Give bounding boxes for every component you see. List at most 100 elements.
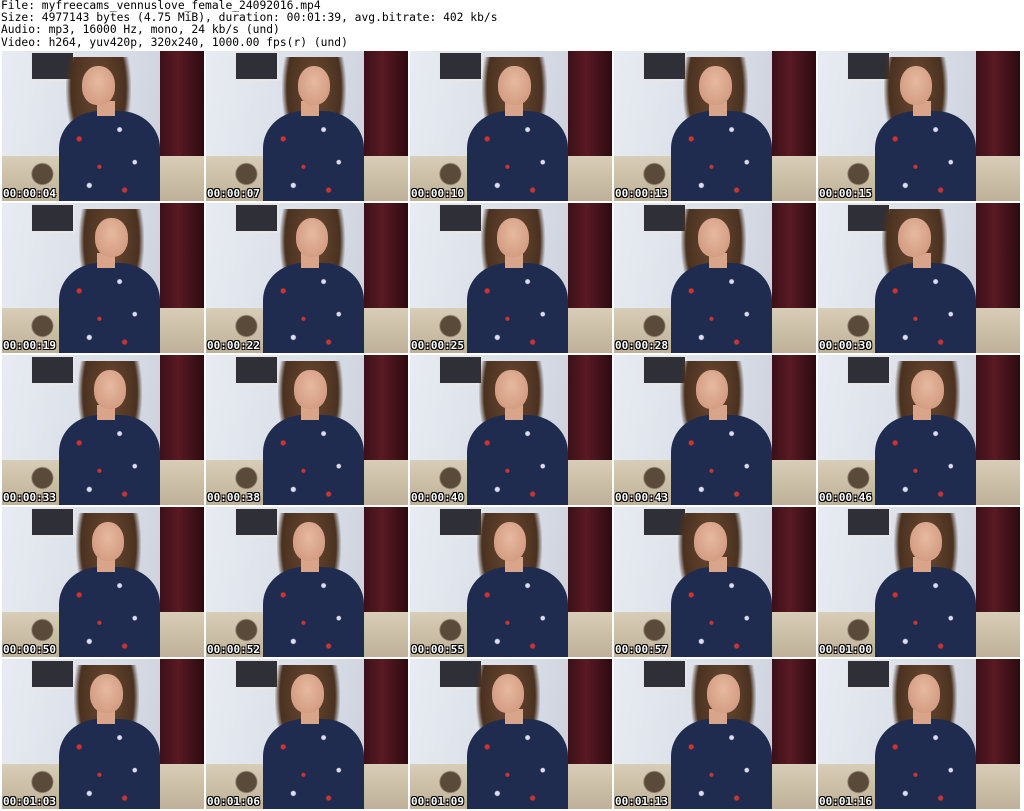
wall-picture-frame <box>846 507 891 537</box>
wall-picture-frame <box>846 355 891 385</box>
video-thumbnail: 00:00:52 <box>206 507 408 657</box>
curtain <box>771 507 816 615</box>
person-face <box>908 674 941 713</box>
video-thumbnail: 00:00:40 <box>410 355 612 505</box>
curtain <box>159 203 204 311</box>
thumbnail-timestamp: 00:01:09 <box>411 795 464 808</box>
thumbnail-grid: 00:00:04 00:00:07 00:00:10 00:00:13 00:00:15… <box>2 51 1022 809</box>
person-blouse <box>58 719 160 809</box>
wall-picture-frame <box>30 659 75 689</box>
person-face <box>498 66 531 105</box>
person-blouse <box>670 111 772 201</box>
curtain <box>363 659 408 767</box>
wall-picture-frame <box>846 659 891 689</box>
curtain <box>567 507 612 615</box>
person-blouse <box>262 567 364 657</box>
wall-picture-frame <box>30 355 75 385</box>
thumbnail-timestamp: 00:00:25 <box>411 339 464 352</box>
person-blouse <box>874 111 976 201</box>
curtain <box>771 51 816 159</box>
wall-picture-frame <box>234 355 279 385</box>
person-blouse <box>58 567 160 657</box>
thumbnail-timestamp: 00:00:28 <box>615 339 668 352</box>
person-face <box>296 218 329 257</box>
person-blouse <box>262 719 364 809</box>
thumbnail-timestamp: 00:00:15 <box>819 187 872 200</box>
person-blouse <box>262 111 364 201</box>
curtain <box>363 507 408 615</box>
video-thumbnail: 00:00:46 <box>818 355 1020 505</box>
curtain <box>363 51 408 159</box>
person-blouse <box>874 719 976 809</box>
person-face <box>90 674 123 713</box>
thumbnail-timestamp: 00:00:10 <box>411 187 464 200</box>
person-face <box>292 522 326 561</box>
video-info-header: File: myfreecams_vennuslove_female_24092… <box>1 0 1021 50</box>
curtain <box>567 659 612 767</box>
person-blouse <box>58 415 160 505</box>
video-thumbnail: 00:00:10 <box>410 51 612 201</box>
thumbnail-timestamp: 00:01:16 <box>819 795 872 808</box>
video-thumbnail: 00:00:55 <box>410 507 612 657</box>
video-thumbnail: 00:00:33 <box>2 355 204 505</box>
person-blouse <box>262 415 364 505</box>
wall-picture-frame <box>234 659 279 689</box>
curtain <box>159 507 204 615</box>
thumbnail-timestamp: 00:00:57 <box>615 643 668 656</box>
thumbnail-timestamp: 00:00:55 <box>411 643 464 656</box>
curtain <box>975 51 1020 159</box>
thumbnail-timestamp: 00:00:07 <box>207 187 260 200</box>
person-blouse <box>58 263 160 353</box>
person-blouse <box>466 415 568 505</box>
person-blouse <box>466 111 568 201</box>
wall-picture-frame <box>30 507 75 537</box>
person-face <box>297 66 331 105</box>
video-thumbnail: 00:00:25 <box>410 203 612 353</box>
video-thumbnail: 00:01:16 <box>818 659 1020 809</box>
curtain <box>159 355 204 463</box>
curtain <box>159 51 204 159</box>
person-face <box>492 674 525 713</box>
wall-picture-frame <box>642 659 687 689</box>
curtain <box>363 203 408 311</box>
person-face <box>707 674 740 713</box>
video-thumbnail: 00:00:57 <box>614 507 816 657</box>
person-blouse <box>262 263 364 353</box>
wall-picture-frame <box>438 203 483 233</box>
wall-picture-frame <box>234 51 279 81</box>
video-thumbnail: 00:00:50 <box>2 507 204 657</box>
thumbnail-timestamp: 00:00:50 <box>3 643 56 656</box>
person-face <box>909 522 943 561</box>
wall-picture-frame <box>234 507 279 537</box>
video-thumbnail: 00:01:03 <box>2 659 204 809</box>
video-thumbnail: 00:00:13 <box>614 51 816 201</box>
thumbnail-timestamp: 00:00:19 <box>3 339 56 352</box>
video-thumbnail: 00:00:07 <box>206 51 408 201</box>
person-face <box>291 674 324 713</box>
person-face <box>493 522 526 561</box>
wall-picture-frame <box>642 51 687 81</box>
wall-picture-frame <box>438 355 483 385</box>
person-face <box>495 370 528 409</box>
person-blouse <box>670 415 772 505</box>
person-face <box>82 66 115 105</box>
thumbnail-timestamp: 00:00:30 <box>819 339 872 352</box>
person-face <box>294 370 327 409</box>
thumbnail-timestamp: 00:01:13 <box>615 795 668 808</box>
curtain <box>567 203 612 311</box>
person-face <box>900 66 933 105</box>
video-info-line: Video: h264, yuv420p, 320x240, 1000.00 f… <box>1 35 348 49</box>
video-thumbnail: 00:00:28 <box>614 203 816 353</box>
thumbnail-timestamp: 00:00:33 <box>3 491 56 504</box>
curtain <box>771 355 816 463</box>
curtain <box>975 659 1020 767</box>
wall-picture-frame <box>438 51 483 81</box>
person-face <box>92 522 125 561</box>
person-blouse <box>874 263 976 353</box>
thumbnail-timestamp: 00:01:06 <box>207 795 260 808</box>
thumbnail-timestamp: 00:01:03 <box>3 795 56 808</box>
person-blouse <box>670 567 772 657</box>
person-blouse <box>58 111 160 201</box>
thumbnail-timestamp: 00:00:13 <box>615 187 668 200</box>
person-blouse <box>466 263 568 353</box>
